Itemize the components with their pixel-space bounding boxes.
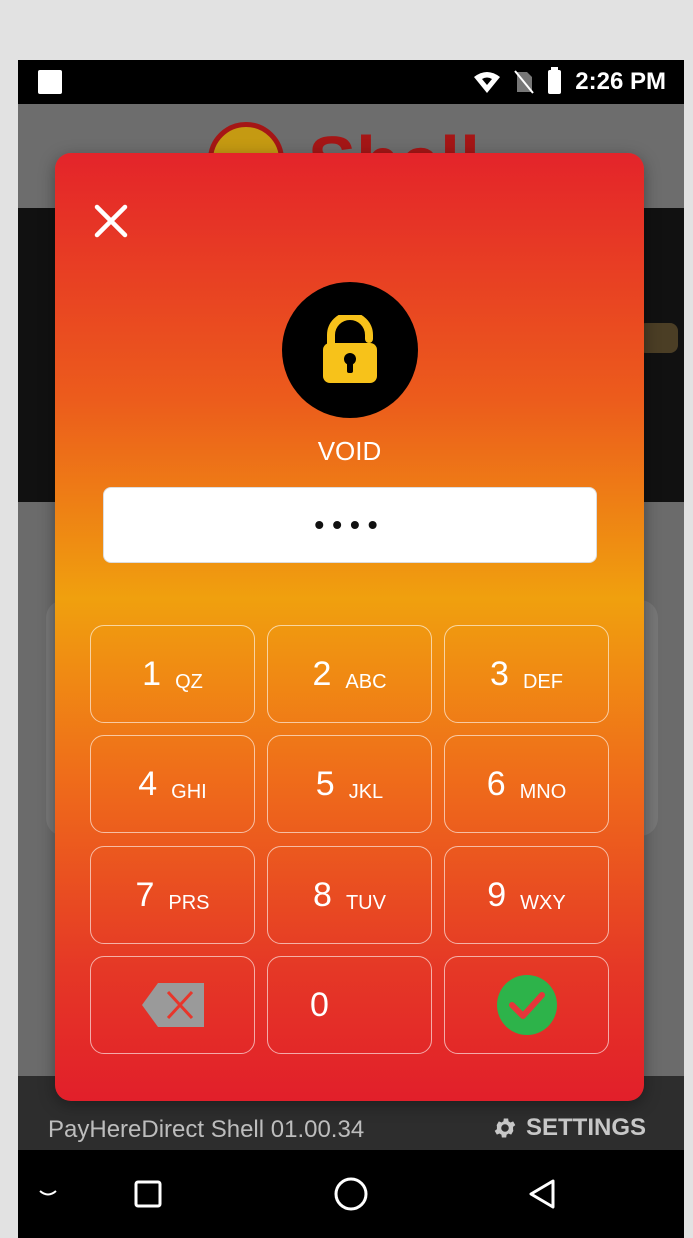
settings-label: SETTINGS (525, 1114, 646, 1141)
system-nav-bar (18, 1150, 684, 1238)
key-5[interactable]: 5 JKL (267, 735, 432, 833)
nav-down-icon[interactable] (26, 1150, 70, 1238)
banner-image (638, 323, 678, 353)
key-letters: PRS (168, 891, 210, 914)
lock-badge (282, 282, 418, 418)
close-icon (94, 204, 128, 238)
key-1[interactable]: 1 QZ (90, 625, 255, 723)
dialog-title: VOID (317, 436, 382, 466)
key-4[interactable]: 4 GHI (90, 735, 255, 833)
lock-open-icon (323, 315, 377, 383)
check-icon (496, 975, 557, 1035)
status-time: 2:26 PM (575, 68, 666, 95)
key-digit: 8 (313, 875, 332, 914)
key-2[interactable]: 2 ABC (267, 625, 432, 723)
settings-button[interactable]: SETTINGS (492, 1114, 646, 1142)
key-letters: ABC (345, 670, 387, 693)
key-0[interactable]: 0 (267, 956, 432, 1054)
key-letters: TUV (345, 891, 386, 914)
notification-icon (38, 70, 62, 94)
key-digit: 6 (486, 764, 506, 803)
wifi-icon (474, 72, 501, 93)
key-letters: JKL (348, 780, 384, 803)
version-label: PayHereDirect Shell 01.00.34 (48, 1116, 365, 1143)
pin-input[interactable]: •••• (103, 487, 597, 563)
key-6[interactable]: 6 MNO (444, 735, 609, 833)
gear-icon (494, 1118, 516, 1138)
confirm-button[interactable] (444, 956, 609, 1054)
key-digit: 5 (315, 764, 335, 803)
key-digit: 9 (487, 875, 507, 914)
key-digit: 7 (135, 875, 155, 914)
key-9[interactable]: 9 WXY (444, 846, 609, 944)
key-letters: DEF (522, 670, 563, 693)
no-sim-icon (514, 70, 535, 94)
key-digit: 0 (310, 985, 329, 1024)
key-digit: 4 (138, 764, 158, 803)
key-7[interactable]: 7 PRS (90, 846, 255, 944)
pin-dialog: VOID •••• 1 QZ 2 ABC 3 DEF 4 GHI 5 JKL 6… (55, 153, 644, 1101)
backspace-icon (141, 983, 204, 1027)
key-digit: 1 (142, 654, 162, 693)
battery-icon (548, 67, 562, 94)
home-icon[interactable] (326, 1150, 376, 1238)
key-8[interactable]: 8 TUV (267, 846, 432, 944)
key-letters: QZ (175, 670, 203, 693)
key-letters: MNO (519, 780, 567, 803)
key-letters: GHI (171, 780, 207, 803)
close-button[interactable] (91, 201, 131, 241)
back-icon[interactable] (518, 1150, 566, 1238)
key-digit: 3 (490, 654, 509, 693)
recents-icon[interactable] (124, 1150, 172, 1238)
key-digit: 2 (312, 654, 332, 693)
status-bar: 2:26 PM (18, 60, 684, 104)
backspace-button[interactable] (90, 956, 255, 1054)
key-letters: WXY (520, 891, 566, 914)
key-3[interactable]: 3 DEF (444, 625, 609, 723)
